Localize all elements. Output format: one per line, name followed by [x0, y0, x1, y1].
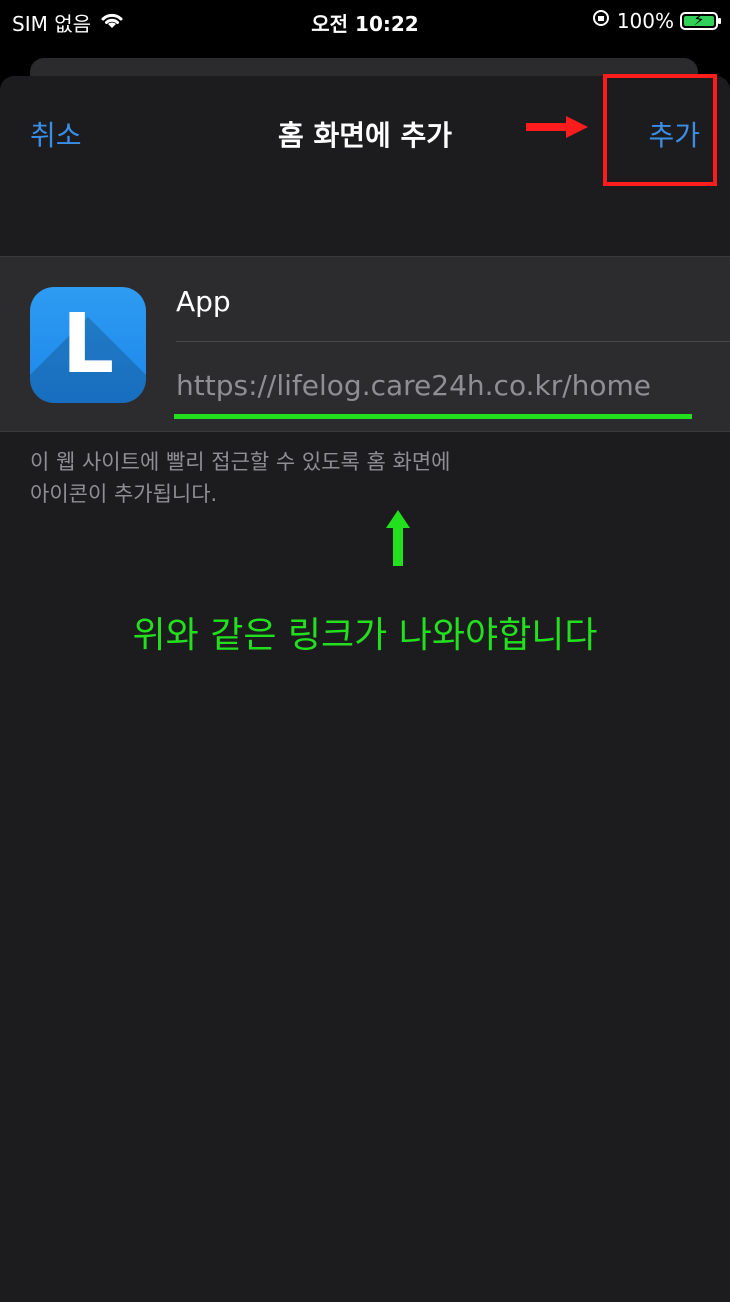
status-bar: SIM 없음 오전 10:22 100% ⚡ [0, 0, 730, 44]
green-underline-annotation [174, 414, 692, 419]
url-field: https://lifelog.care24h.co.kr/home [176, 369, 652, 402]
battery-percent: 100% [616, 8, 674, 33]
status-right: 100% ⚡ [591, 8, 721, 33]
app-icon: L [30, 287, 146, 403]
field-divider [176, 341, 730, 342]
bookmark-card: L App https://lifelog.care24h.co.kr/home [0, 256, 730, 432]
green-arrow-annotation [386, 510, 410, 566]
orientation-lock-icon [591, 8, 611, 33]
charging-bolt-icon: ⚡ [693, 9, 705, 29]
add-to-home-sheet: 취소 홈 화면에 추가 추가 L App https://lifelog.car… [0, 74, 730, 1302]
app-name-field[interactable]: App [176, 285, 231, 318]
red-arrow-annotation [526, 116, 588, 138]
navigation-bar: 취소 홈 화면에 추가 추가 [0, 74, 730, 186]
description-line: 이 웹 사이트에 빨리 접근할 수 있도록 홈 화면에 [30, 450, 451, 474]
description-line: 아이콘이 추가됩니다. [30, 482, 218, 506]
add-button[interactable]: 추가 [648, 114, 700, 154]
description-text: 이 웹 사이트에 빨리 접근할 수 있도록 홈 화면에 아이콘이 추가됩니다. [30, 446, 550, 510]
battery-icon: ⚡ [680, 9, 721, 30]
annotation-text: 위와 같은 링크가 나와야합니다 [132, 615, 598, 656]
app-icon-letter: L [61, 297, 115, 392]
